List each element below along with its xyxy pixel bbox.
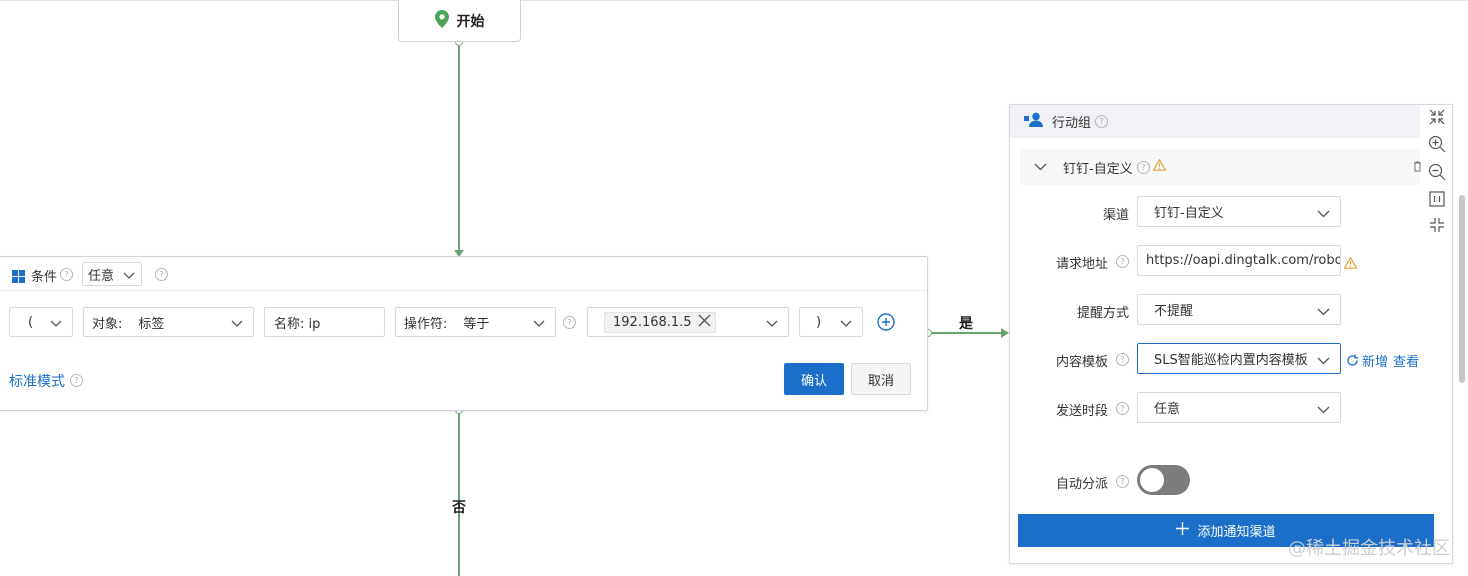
object-select[interactable]: 对象: 标签 <box>83 307 254 337</box>
period-value: 任意 <box>1154 402 1181 417</box>
chevron-down-icon <box>123 269 135 284</box>
help-icon[interactable]: ? <box>60 268 73 281</box>
remind-select[interactable]: 不提醒 <box>1137 294 1341 325</box>
chevron-down-icon <box>1317 403 1330 418</box>
start-label: 开始 <box>456 13 485 30</box>
edge-no-branch <box>458 410 460 576</box>
close-paren-value: ) <box>816 314 822 330</box>
help-icon[interactable]: ? <box>1116 353 1129 366</box>
help-icon[interactable]: ? <box>70 374 83 387</box>
chevron-down-icon <box>1317 305 1330 320</box>
template-view-link[interactable]: 查看 <box>1393 351 1419 370</box>
help-icon[interactable]: ? <box>155 268 168 281</box>
chevron-down-icon[interactable] <box>1034 160 1047 175</box>
template-new-link[interactable]: 新增 <box>1362 351 1388 370</box>
open-paren-select[interactable]: ( <box>9 307 73 337</box>
fit-icon[interactable] <box>1429 191 1445 211</box>
warning-icon <box>1343 254 1358 273</box>
collapse-icon[interactable] <box>1429 109 1445 129</box>
auto-assign-toggle[interactable] <box>1137 465 1190 495</box>
chevron-down-icon <box>50 317 62 332</box>
user-group-icon <box>1024 112 1044 131</box>
toggle-knob <box>1140 468 1164 492</box>
zoom-out-icon[interactable] <box>1428 163 1446 185</box>
period-label: 发送时段 <box>1055 404 1108 419</box>
value-tag-text: 192.168.1.5 <box>613 314 692 330</box>
edge-arrow-right <box>1001 328 1009 338</box>
action-group-header: 行动组 ? <box>1010 105 1420 138</box>
add-condition-icon[interactable] <box>877 313 895 335</box>
value-multiselect[interactable]: 192.168.1.5 <box>587 307 789 337</box>
chevron-down-icon <box>231 317 243 332</box>
help-icon[interactable]: ? <box>1116 402 1129 415</box>
operator-prefix: 操作符: <box>404 316 448 332</box>
object-value: 标签 <box>138 316 165 332</box>
object-prefix: 对象: <box>92 316 123 332</box>
remind-label: 提醒方式 <box>1076 306 1129 321</box>
yes-label: 是 <box>959 316 973 332</box>
close-paren-select[interactable]: ) <box>799 307 863 337</box>
edge-start-to-condition <box>458 42 460 250</box>
plus-icon <box>1176 522 1190 539</box>
help-icon[interactable]: ? <box>563 316 576 329</box>
url-label: 请求地址 <box>1055 257 1108 272</box>
template-value: SLS智能巡检内置内容模板 <box>1154 353 1308 368</box>
zoom-in-icon[interactable] <box>1428 135 1446 157</box>
windows-grid-icon <box>12 268 25 287</box>
chevron-down-icon <box>1317 207 1330 222</box>
operator-value: 等于 <box>463 316 490 332</box>
expand-icon[interactable] <box>1429 217 1445 237</box>
period-select[interactable]: 任意 <box>1137 392 1341 423</box>
warning-icon <box>1152 158 1167 175</box>
help-icon[interactable]: ? <box>1116 475 1129 488</box>
top-divider <box>0 0 1468 1</box>
template-select[interactable]: SLS智能巡检内置内容模板 <box>1137 343 1341 374</box>
match-select[interactable]: 任意 <box>82 262 142 286</box>
delete-icon[interactable] <box>1413 161 1422 176</box>
condition-card: 条件 ? 任意 ? ( 对象: 标签 名称: ip 操作符: 等于 ? 192.… <box>0 256 928 411</box>
channel-select[interactable]: 钉钉-自定义 <box>1137 196 1341 227</box>
channel-label: 渠道 <box>1102 208 1129 223</box>
channel-section-header[interactable]: 钉钉-自定义 ? <box>1020 149 1422 185</box>
help-icon[interactable]: ? <box>1136 160 1150 174</box>
template-label: 内容模板 <box>1055 355 1108 370</box>
watermark: @稀土掘金技术社区 <box>1288 538 1450 559</box>
refresh-icon[interactable] <box>1346 352 1359 371</box>
remind-value: 不提醒 <box>1154 304 1194 319</box>
condition-title: 条件 <box>31 270 58 285</box>
chevron-down-icon <box>766 317 778 332</box>
channel-section-title: 钉钉-自定义 <box>1063 161 1133 177</box>
add-channel-label: 添加通知渠道 <box>1197 525 1276 540</box>
no-label: 否 <box>452 500 466 516</box>
confirm-button[interactable]: 确认 <box>784 363 844 395</box>
name-input[interactable]: 名称: ip <box>264 307 385 337</box>
cancel-button[interactable]: 取消 <box>851 363 911 395</box>
name-input-value: 名称: ip <box>274 316 321 332</box>
condition-header: 条件 ? 任意 ? <box>0 257 927 291</box>
action-group-panel: 行动组 ? 钉钉-自定义 ? 渠道 钉钉-自定义 请求地址 ? https://… <box>1009 104 1453 564</box>
standard-mode-link[interactable]: 标准模式 <box>9 371 65 391</box>
chevron-down-icon <box>840 317 852 332</box>
value-tag: 192.168.1.5 <box>604 311 716 333</box>
close-icon[interactable] <box>698 314 711 331</box>
url-value: https://oapi.dingtalk.com/robot/s <box>1146 253 1341 268</box>
operator-select[interactable]: 操作符: 等于 <box>395 307 556 337</box>
scrollbar-thumb[interactable] <box>1459 195 1465 383</box>
help-icon[interactable]: ? <box>1095 115 1109 128</box>
auto-assign-label: 自动分派 <box>1055 477 1108 492</box>
url-input[interactable]: https://oapi.dingtalk.com/robot/s <box>1137 245 1341 276</box>
chevron-down-icon <box>533 317 545 332</box>
start-node[interactable]: 开始 <box>398 0 521 42</box>
channel-value: 钉钉-自定义 <box>1154 206 1224 221</box>
chevron-down-icon <box>1317 354 1330 369</box>
match-select-value: 任意 <box>88 268 115 284</box>
map-pin-icon <box>434 9 449 32</box>
help-icon[interactable]: ? <box>1116 255 1129 268</box>
action-group-title: 行动组 <box>1052 116 1092 131</box>
canvas-toolbar <box>1423 105 1451 249</box>
open-paren-value: ( <box>28 314 34 330</box>
